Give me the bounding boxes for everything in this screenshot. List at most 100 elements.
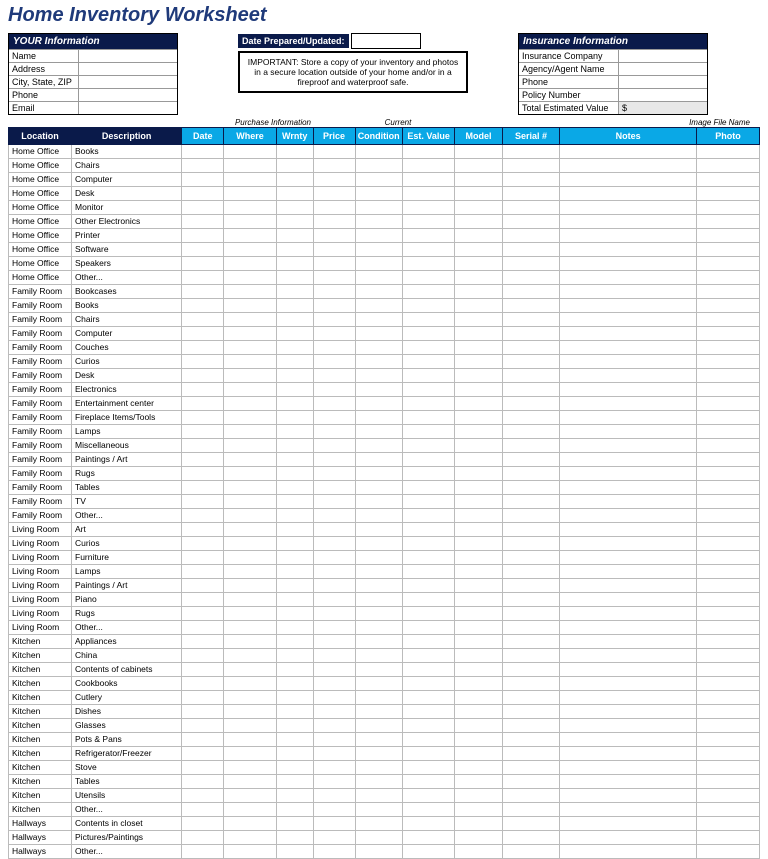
table-cell[interactable] [696,369,759,383]
table-cell[interactable] [224,467,277,481]
table-cell[interactable] [502,635,560,649]
table-cell[interactable] [402,467,455,481]
table-cell[interactable] [313,537,355,551]
table-cell[interactable] [502,355,560,369]
table-cell[interactable] [355,453,402,467]
table-cell[interactable]: Kitchen [9,649,72,663]
table-cell[interactable] [402,761,455,775]
table-cell[interactable] [560,761,697,775]
table-cell[interactable] [355,761,402,775]
table-cell[interactable] [696,565,759,579]
table-cell[interactable] [696,173,759,187]
table-cell[interactable] [313,621,355,635]
table-cell[interactable]: Pictures/Paintings [72,831,182,845]
table-cell[interactable] [182,719,224,733]
table-cell[interactable] [455,383,502,397]
info-value[interactable] [79,102,177,114]
table-cell[interactable] [313,439,355,453]
table-cell[interactable] [402,495,455,509]
table-cell[interactable] [224,215,277,229]
table-cell[interactable] [224,509,277,523]
table-cell[interactable] [560,145,697,159]
table-cell[interactable]: Kitchen [9,691,72,705]
table-cell[interactable] [402,201,455,215]
table-cell[interactable] [276,831,313,845]
table-cell[interactable] [455,509,502,523]
table-cell[interactable]: Kitchen [9,789,72,803]
table-cell[interactable]: Dishes [72,705,182,719]
table-cell[interactable] [502,453,560,467]
table-cell[interactable] [276,691,313,705]
table-cell[interactable] [455,775,502,789]
table-cell[interactable] [182,215,224,229]
table-cell[interactable] [224,663,277,677]
table-cell[interactable] [313,607,355,621]
table-cell[interactable] [402,229,455,243]
table-cell[interactable] [696,747,759,761]
table-cell[interactable]: Art [72,523,182,537]
table-cell[interactable] [182,327,224,341]
table-cell[interactable] [355,705,402,719]
table-cell[interactable] [560,551,697,565]
table-cell[interactable] [455,397,502,411]
table-cell[interactable] [696,551,759,565]
table-cell[interactable] [455,159,502,173]
table-cell[interactable] [182,607,224,621]
table-cell[interactable] [455,299,502,313]
table-cell[interactable] [313,509,355,523]
table-cell[interactable] [355,215,402,229]
table-cell[interactable] [502,845,560,859]
table-cell[interactable] [560,453,697,467]
table-cell[interactable] [276,173,313,187]
table-cell[interactable] [224,159,277,173]
table-cell[interactable] [182,355,224,369]
table-cell[interactable] [502,145,560,159]
table-cell[interactable] [182,411,224,425]
table-cell[interactable] [224,285,277,299]
table-cell[interactable] [696,299,759,313]
table-cell[interactable] [224,593,277,607]
table-cell[interactable] [402,425,455,439]
table-cell[interactable] [224,495,277,509]
table-cell[interactable] [502,439,560,453]
table-cell[interactable] [502,173,560,187]
table-cell[interactable]: Home Office [9,257,72,271]
table-cell[interactable] [182,467,224,481]
info-value[interactable] [619,76,707,88]
table-cell[interactable] [224,621,277,635]
table-cell[interactable]: Family Room [9,397,72,411]
table-cell[interactable] [224,761,277,775]
table-cell[interactable] [276,215,313,229]
table-cell[interactable] [182,257,224,271]
table-cell[interactable] [502,523,560,537]
info-value[interactable] [79,50,177,62]
table-cell[interactable] [402,313,455,327]
table-cell[interactable] [402,439,455,453]
table-cell[interactable] [355,663,402,677]
table-cell[interactable] [355,579,402,593]
table-cell[interactable] [182,299,224,313]
table-cell[interactable]: TV [72,495,182,509]
table-cell[interactable]: Hallways [9,831,72,845]
table-cell[interactable] [560,775,697,789]
table-cell[interactable] [455,705,502,719]
table-cell[interactable] [224,649,277,663]
table-cell[interactable] [560,383,697,397]
table-cell[interactable] [224,677,277,691]
table-cell[interactable]: Family Room [9,341,72,355]
table-cell[interactable] [560,439,697,453]
table-cell[interactable] [696,789,759,803]
table-cell[interactable] [313,747,355,761]
table-cell[interactable] [502,621,560,635]
table-cell[interactable] [696,145,759,159]
table-cell[interactable] [355,201,402,215]
table-cell[interactable] [182,285,224,299]
table-cell[interactable] [696,383,759,397]
table-cell[interactable]: Family Room [9,355,72,369]
table-cell[interactable] [355,607,402,621]
table-cell[interactable] [502,733,560,747]
table-cell[interactable] [313,187,355,201]
table-cell[interactable] [224,831,277,845]
table-cell[interactable] [313,467,355,481]
table-cell[interactable] [313,229,355,243]
